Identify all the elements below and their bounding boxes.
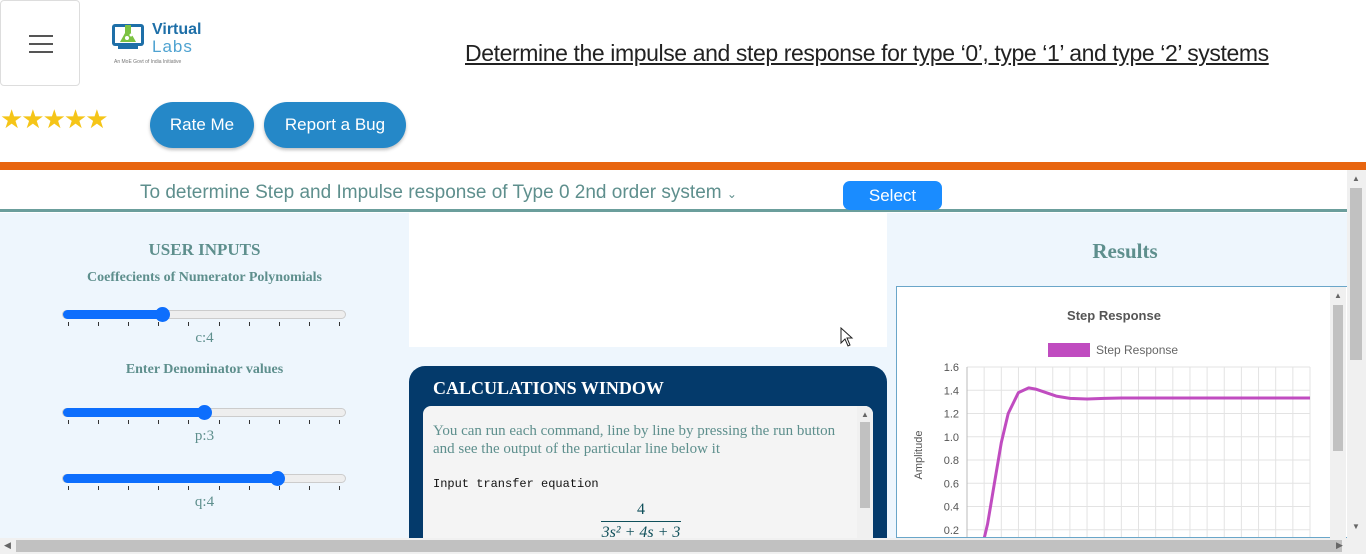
logo-tagline: An MoE Govt of India Initiative <box>114 59 182 65</box>
numerator-heading: Coeffecients of Numerator Polynomials <box>87 270 322 285</box>
calculations-title: CALCULATIONS WINDOW <box>433 378 664 398</box>
hamburger-icon-line <box>29 51 53 53</box>
report-bug-button[interactable]: Report a Bug <box>264 102 406 148</box>
menu-button[interactable] <box>0 0 80 86</box>
user-inputs-heading: USER INPUTS <box>148 240 261 259</box>
scrollbar-thumb[interactable] <box>1350 188 1362 360</box>
logo-text: Virtual Labs <box>152 21 202 55</box>
y-tick-label: 0.6 <box>944 478 959 490</box>
slider-fill <box>63 310 162 319</box>
slider-ticks <box>68 486 340 490</box>
page-horizontal-scrollbar[interactable]: ◀ ▶ <box>0 538 1366 554</box>
slider-ticks <box>68 420 340 424</box>
experiment-dropdown-value: To determine Step and Impulse response o… <box>140 182 722 203</box>
page-title[interactable]: Determine the impulse and step response … <box>465 40 1269 67</box>
slider-ticks <box>68 322 340 326</box>
step-response-chart: 1.61.41.21.00.80.60.40.20Step ResponseSt… <box>896 286 1348 538</box>
transfer-function: 4 3s² + 4s + 3 <box>601 501 681 542</box>
hamburger-icon-line <box>29 43 53 45</box>
y-axis-label: Amplitude <box>913 431 925 480</box>
calculations-description: You can run each command, line by line b… <box>433 423 836 457</box>
calculations-scrollbar[interactable]: ▲ <box>857 406 873 546</box>
slider-handle[interactable] <box>270 471 286 486</box>
slider-c-label: c:4 <box>195 330 214 346</box>
legend-swatch <box>1048 343 1090 357</box>
rating-stars[interactable]: ★★★★★ <box>0 104 109 135</box>
slider-p-label: p:3 <box>194 428 215 444</box>
y-tick-label: 1.2 <box>944 409 959 421</box>
virtual-labs-logo[interactable]: Virtual Labs An MoE Govt of India Initia… <box>110 16 210 68</box>
y-tick-label: 0.8 <box>944 455 959 467</box>
chart-title: Step Response <box>1067 308 1161 323</box>
y-tick-label: 0.4 <box>944 502 959 514</box>
slider-q-label: q:4 <box>194 494 215 510</box>
chevron-down-icon: ⌄ <box>726 187 737 201</box>
slider-fill <box>63 408 204 417</box>
tf-numerator: 4 <box>637 501 645 518</box>
legend-label: Step Response <box>1096 343 1178 357</box>
experiment-bar: To determine Step and Impulse response o… <box>0 170 1347 212</box>
scroll-right-icon[interactable]: ▶ <box>1336 540 1343 551</box>
calculations-content[interactable]: You can run each command, line by line b… <box>423 406 873 546</box>
scrollbar-thumb[interactable] <box>16 540 1342 552</box>
slider-p[interactable] <box>62 405 346 420</box>
scroll-down-icon[interactable]: ▼ <box>1352 522 1360 531</box>
user-inputs-panel: USER INPUTS Coeffecients of Numerator Po… <box>0 213 409 538</box>
scroll-up-icon[interactable]: ▲ <box>1352 174 1360 183</box>
experiment-dropdown[interactable]: To determine Step and Impulse response o… <box>140 182 737 204</box>
chart-svg: 1.61.41.21.00.80.60.40.20Step ResponseSt… <box>913 308 1311 537</box>
y-tick-label: 1.4 <box>944 385 959 397</box>
flask-icon <box>112 24 144 49</box>
logo-name: Virtual <box>152 21 202 38</box>
scroll-up-icon[interactable]: ▲ <box>861 410 869 419</box>
y-tick-label: 0.2 <box>944 525 959 537</box>
scrollbar-thumb[interactable] <box>1333 305 1343 451</box>
page: Virtual Labs An MoE Govt of India Initia… <box>0 0 1366 554</box>
y-tick-label: 1.6 <box>944 362 959 374</box>
slider-q[interactable] <box>62 471 346 486</box>
slider-handle[interactable] <box>154 307 170 322</box>
logo-sub: Labs <box>152 37 193 56</box>
page-vertical-scrollbar[interactable]: ▲ ▼ <box>1347 170 1366 538</box>
command-label: Input transfer equation <box>433 477 599 491</box>
calculations-window: CALCULATIONS WINDOW You can run each com… <box>409 366 887 546</box>
y-tick-label: 1.0 <box>944 432 959 444</box>
hamburger-icon <box>29 35 53 37</box>
results-scrollbar[interactable]: ▲ <box>1330 287 1346 538</box>
slider-handle[interactable] <box>197 405 212 420</box>
slider-fill <box>63 474 278 483</box>
results-heading: Results <box>1092 239 1158 263</box>
divider <box>0 162 1366 170</box>
rate-me-button[interactable]: Rate Me <box>150 102 254 148</box>
scroll-up-icon[interactable]: ▲ <box>1334 291 1342 300</box>
scroll-left-icon[interactable]: ◀ <box>4 540 11 551</box>
mouse-cursor-icon <box>840 327 854 347</box>
slider-c[interactable] <box>62 307 346 322</box>
circuit-area <box>409 213 887 347</box>
denominator-heading: Enter Denominator values <box>125 362 284 377</box>
scrollbar-thumb[interactable] <box>860 422 870 508</box>
select-button[interactable]: Select <box>843 181 942 210</box>
fraction-bar <box>601 521 681 522</box>
